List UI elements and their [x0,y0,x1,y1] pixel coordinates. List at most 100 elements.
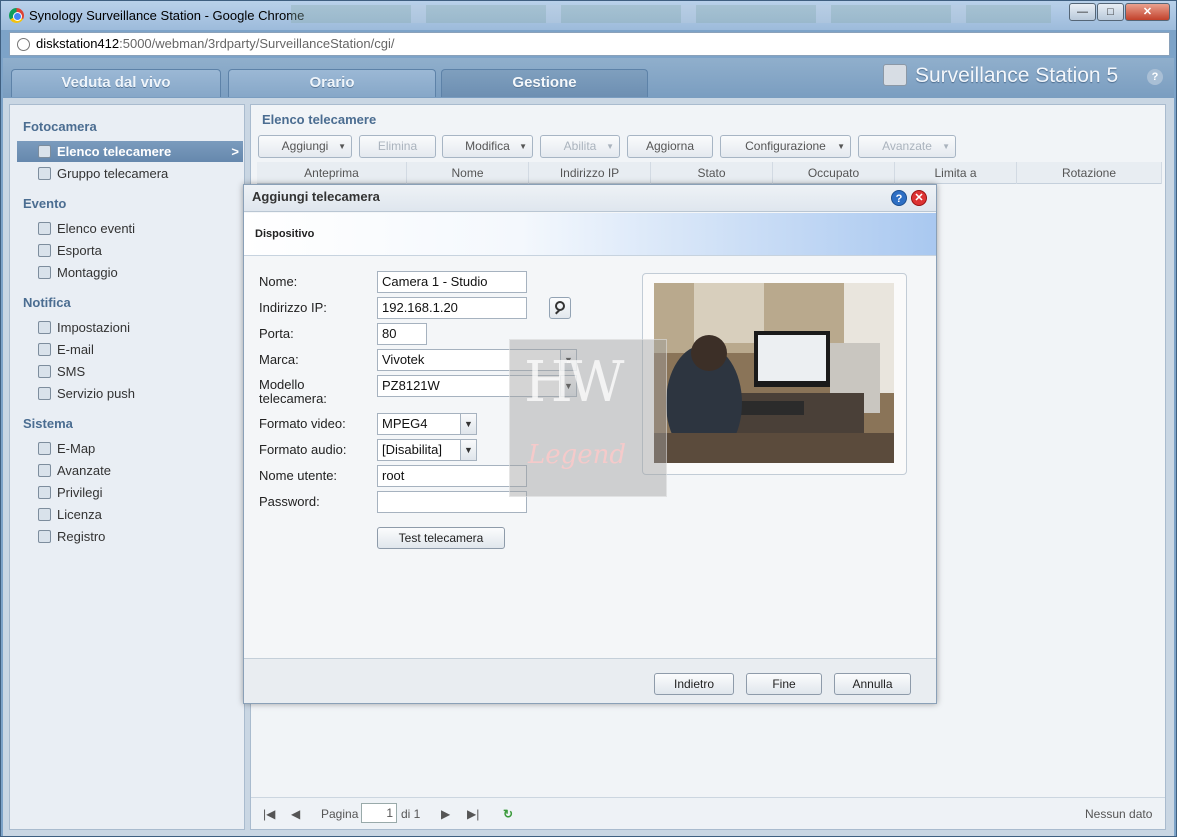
help-icon[interactable]: ? [1147,69,1163,85]
dropdown-arrow-icon: ▼ [338,142,346,151]
sidebar-item-push[interactable]: Servizio push [17,383,243,404]
dropdown-arrow-icon: ▼ [519,142,527,151]
sidebar-item-settings[interactable]: Impostazioni [17,317,243,338]
top-navigation: Veduta dal vivo Orario Gestione Surveill… [3,58,1174,98]
sidebar-item-label: Licenza [57,507,102,522]
page-count: di 1 [401,807,421,821]
close-window-button[interactable]: ✕ [1125,3,1170,21]
cancel-button[interactable]: Annulla [834,673,911,695]
sidebar-item-email[interactable]: E-mail [17,339,243,360]
column-rotation[interactable]: Rotazione [1017,162,1162,184]
page-title: Elenco telecamere [262,112,377,127]
users-icon [38,486,51,499]
pagination-bar: |◀ ◀ Pagina 1 di 1 ▶ ▶| ↻ Nessun dato [251,797,1165,829]
column-limit[interactable]: Limita a [895,162,1017,184]
sidebar-item-montage[interactable]: Montaggio [17,262,243,283]
sidebar-item-event-list[interactable]: Elenco eventi [17,218,243,239]
chevron-down-icon[interactable]: ▼ [460,440,476,460]
port-field[interactable]: 80 [377,323,427,345]
password-label: Password: [259,494,320,509]
sidebar-item-label: E-Map [57,441,96,456]
tab-management[interactable]: Gestione [441,69,648,97]
brand-label: Marca: [259,352,299,367]
watermark-line1: HW [524,350,624,415]
advanced-label: Avanzate [882,139,932,153]
sidebar-section-event: Evento [23,196,67,211]
back-button[interactable]: Indietro [654,673,734,695]
sidebar-item-sms[interactable]: SMS [17,361,243,382]
username-field[interactable]: root [377,465,527,487]
address-bar[interactable]: diskstation412:5000/webman/3rdparty/Surv… [9,32,1170,56]
ip-field[interactable]: 192.168.1.20 [377,297,527,319]
finish-button[interactable]: Fine [746,673,822,695]
page-label: Pagina [321,807,359,821]
montage-icon [38,266,51,279]
advanced-button[interactable]: Avanzate ▼ [858,135,956,158]
key-icon [38,508,51,521]
edit-button[interactable]: Modifica ▼ [442,135,533,158]
camera-list-icon [38,145,51,158]
dropdown-arrow-icon: ▼ [837,142,845,151]
camera-icon [883,64,907,86]
password-field[interactable] [377,491,527,513]
column-preview[interactable]: Anteprima [257,162,407,184]
first-page-icon[interactable]: |◀ [263,807,275,821]
dropdown-arrow-icon: ▼ [606,142,614,151]
enable-button[interactable]: Abilita ▼ [540,135,620,158]
sidebar-section-system: Sistema [23,416,73,431]
sidebar-item-label: Servizio push [57,386,136,401]
page-input[interactable]: 1 [361,803,397,823]
column-occupied[interactable]: Occupato [773,162,895,184]
minimize-button[interactable]: — [1069,3,1096,21]
sidebar-item-camera-group[interactable]: Gruppo telecamera [17,163,243,184]
pager-status: Nessun dato [1085,807,1153,821]
audio-format-select[interactable]: [Disabilita] ▼ [377,439,477,461]
sidebar-item-license[interactable]: Licenza [17,504,243,525]
name-field[interactable]: Camera 1 - Studio [377,271,527,293]
sidebar-section-camera: Fotocamera [23,119,97,134]
sidebar-item-label: SMS [57,364,86,379]
previous-page-icon[interactable]: ◀ [291,807,300,821]
refresh-button[interactable]: Aggiorna [627,135,713,158]
next-page-icon[interactable]: ▶ [441,807,450,821]
watermark-line2: Legend [528,440,627,470]
chevron-down-icon[interactable]: ▼ [460,414,476,434]
search-button[interactable] [549,297,571,319]
sms-icon [38,365,51,378]
window-title: Synology Surveillance Station - Google C… [29,8,305,23]
video-format-select[interactable]: MPEG4 ▼ [377,413,477,435]
column-status[interactable]: Stato [651,162,773,184]
sidebar-item-export[interactable]: Esporta [17,240,243,261]
sidebar-item-advanced[interactable]: Avanzate [17,460,243,481]
test-camera-button[interactable]: Test telecamera [377,527,505,549]
last-page-icon[interactable]: ▶| [467,807,479,821]
name-label: Nome: [259,274,298,289]
port-label: Porta: [259,326,294,341]
column-ip[interactable]: Indirizzo IP [529,162,651,184]
sidebar-item-camera-list[interactable]: Elenco telecamere > [17,141,243,162]
browser-window: Synology Surveillance Station - Google C… [0,0,1177,837]
delete-button[interactable]: Elimina [359,135,436,158]
sidebar-item-label: Elenco telecamere [57,144,172,159]
configuration-button[interactable]: Configurazione ▼ [720,135,851,158]
tab-live-view[interactable]: Veduta dal vivo [11,69,221,97]
wrench-icon [38,321,51,334]
close-icon[interactable]: ✕ [911,190,927,206]
sidebar-item-log[interactable]: Registro [17,526,243,547]
sidebar-item-label: Avanzate [57,463,111,478]
sidebar-item-privileges[interactable]: Privilegi [17,482,243,503]
model-label-line1: Modello [259,377,305,392]
add-button[interactable]: Aggiungi ▼ [258,135,352,158]
envelope-icon [38,343,51,356]
maximize-button[interactable]: □ [1097,3,1124,21]
refresh-icon[interactable]: ↻ [503,807,513,821]
column-name[interactable]: Nome [407,162,529,184]
sidebar-item-emap[interactable]: E-Map [17,438,243,459]
help-icon[interactable]: ? [891,190,907,206]
chrome-icon [9,8,24,23]
list-icon [38,222,51,235]
tab-schedule[interactable]: Orario [228,69,436,97]
camera-preview [642,273,907,475]
sidebar-item-label: Gruppo telecamera [57,166,169,181]
address-path: :5000/webman/3rdparty/SurveillanceStatio… [119,36,395,51]
